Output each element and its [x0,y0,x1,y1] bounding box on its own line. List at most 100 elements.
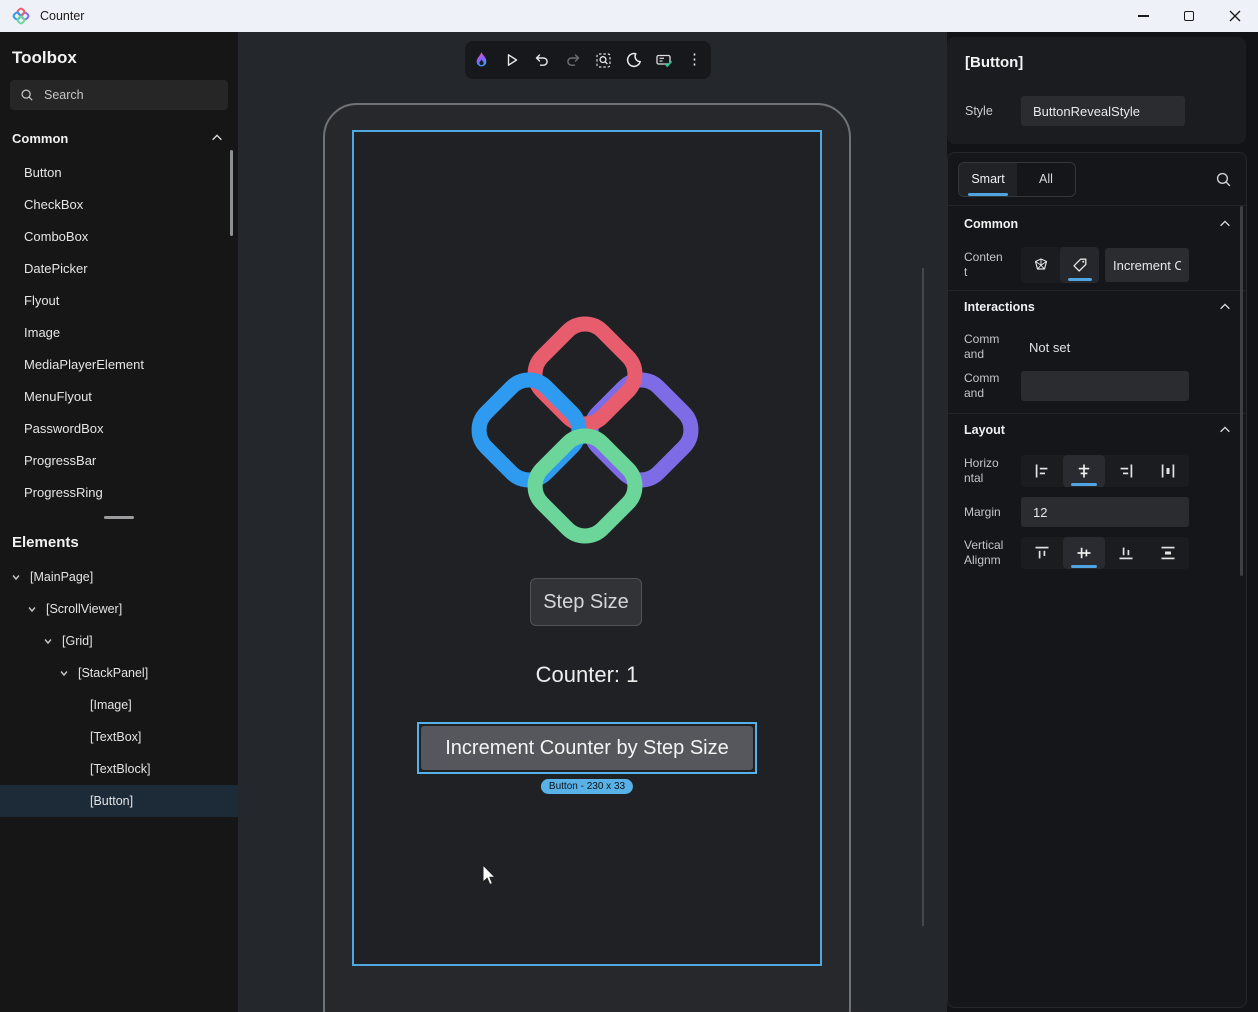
theme-toggle-button[interactable] [620,45,648,75]
selection-size-badge: Button - 230 x 33 [541,779,633,794]
tab-active-underline [968,193,1008,196]
section-interactions-header[interactable]: Interactions [948,291,1246,323]
more-options-button[interactable]: ⋮ [681,45,709,75]
content-property-row: Conten t [948,240,1246,290]
settings-check-button[interactable] [650,45,678,75]
tree-node-textbox[interactable]: [TextBox] [0,721,238,753]
align-left-icon [1034,463,1050,479]
toolbox-search-placeholder: Search [44,88,84,102]
canvas-scrollbar[interactable] [922,268,924,926]
section-layout-header[interactable]: Layout [948,414,1246,446]
chevron-down-icon [42,635,54,647]
horizontal-alignment-group [1021,455,1189,487]
properties-search-icon[interactable] [1215,171,1232,188]
step-size-textbox[interactable]: Step Size [530,578,642,626]
tree-node-button-selected[interactable]: [Button] [0,785,238,817]
toolbox-item-progressbar[interactable]: ProgressBar [0,444,238,476]
redo-button[interactable] [559,45,587,75]
vertical-alignment-group [1021,537,1189,569]
toolbox-item-image[interactable]: Image [0,316,238,348]
align-stretch-button[interactable] [1147,455,1189,487]
command-input-row: Comm and [948,365,1246,407]
command-input[interactable] [1021,371,1189,401]
toolbox-item-datepicker[interactable]: DatePicker [0,252,238,284]
valign-stretch-icon [1160,545,1176,561]
app-logo-icon [12,7,30,25]
page-surface[interactable]: Step Size Counter: 1 Increment Counter b… [352,130,822,966]
properties-scrollbar[interactable] [1240,206,1243,576]
valign-center-icon [1076,545,1092,561]
tree-node-grid[interactable]: [Grid] [0,625,238,657]
align-center-button[interactable] [1063,455,1105,487]
chevron-up-icon [1218,423,1232,437]
content-binding-toggle[interactable] [1021,247,1060,283]
tree-node-mainpage[interactable]: [MainPage] [0,561,238,593]
content-value-input[interactable] [1105,248,1189,282]
chevron-down-icon [58,667,70,679]
zoom-to-fit-button[interactable] [589,45,617,75]
toolbox-scrollbar[interactable] [230,150,233,236]
kebab-icon: ⋮ [687,55,702,65]
valign-top-button[interactable] [1021,537,1063,569]
toolbox-item-mediaplayerelement[interactable]: MediaPlayerElement [0,348,238,380]
toolbox-search-input[interactable]: Search [10,80,228,110]
increment-counter-button[interactable]: Increment Counter by Step Size [421,726,753,770]
toolbox-item-progressring[interactable]: ProgressRing [0,476,238,508]
align-left-button[interactable] [1021,455,1063,487]
search-icon [20,88,34,102]
tree-node-scrollviewer[interactable]: [ScrollViewer] [0,593,238,625]
app-logo-image[interactable] [473,318,697,542]
style-input[interactable] [1021,96,1185,126]
toolbox-item-checkbox[interactable]: CheckBox [0,188,238,220]
design-canvas: ⋮ Step Size Counter: 1 Increment Counter… [238,32,947,1012]
counter-textblock[interactable]: Counter: 1 [354,662,820,688]
play-icon [504,52,520,68]
minimize-icon [1138,15,1149,16]
toolbox-item-menuflyout[interactable]: MenuFlyout [0,380,238,412]
tab-smart[interactable]: Smart [959,163,1017,196]
undo-button[interactable] [528,45,556,75]
tree-node-textblock[interactable]: [TextBlock] [0,753,238,785]
minimize-button[interactable] [1120,0,1166,32]
tree-node-label: [Button] [90,794,133,808]
hot-reload-button[interactable] [467,45,495,75]
content-mode-toggle [1021,247,1099,283]
toolbox-item-passwordbox[interactable]: PasswordBox [0,412,238,444]
toolbox-title: Toolbox [0,32,238,68]
toolbox-item-button[interactable]: Button [0,156,238,188]
tree-node-label: [Image] [90,698,132,712]
valign-stretch-button[interactable] [1147,537,1189,569]
horizontal-alignment-row: Horizo ntal [948,450,1246,492]
command-label: Comm and [964,332,1014,362]
toolbox-item-combobox[interactable]: ComboBox [0,220,238,252]
panel-splitter-handle[interactable] [0,510,238,524]
section-common-header[interactable]: Common [948,208,1246,240]
segment-active-underline [1071,565,1097,568]
content-literal-toggle[interactable] [1060,247,1099,283]
align-right-button[interactable] [1105,455,1147,487]
hot-reload-flame-icon [473,51,490,69]
margin-input[interactable] [1021,497,1189,527]
tree-node-label: [Grid] [62,634,93,648]
valign-center-button[interactable] [1063,537,1105,569]
vertical-alignment-label: Vertical Alignm [964,538,1014,568]
play-button[interactable] [498,45,526,75]
maximize-button[interactable] [1166,0,1212,32]
tree-node-stackpanel[interactable]: [StackPanel] [0,657,238,689]
tab-smart-label: Smart [971,172,1004,186]
elements-title: Elements [0,524,238,561]
command-property-row: Comm and Not set [948,329,1246,365]
style-label: Style [965,104,1021,118]
tab-all[interactable]: All [1017,163,1075,196]
toolbox-section-common[interactable]: Common [0,126,238,150]
close-icon [1229,10,1241,22]
tree-node-label: [StackPanel] [78,666,148,680]
toolbox-list: Button CheckBox ComboBox DatePicker Flyo… [0,156,238,508]
toolbox-item-flyout[interactable]: Flyout [0,284,238,316]
align-center-icon [1076,463,1092,479]
left-sidebar: Toolbox Search Common Button CheckBox Co… [0,32,238,1012]
close-button[interactable] [1212,0,1258,32]
tree-node-image[interactable]: [Image] [0,689,238,721]
valign-bottom-button[interactable] [1105,537,1147,569]
tag-icon [1072,257,1088,273]
